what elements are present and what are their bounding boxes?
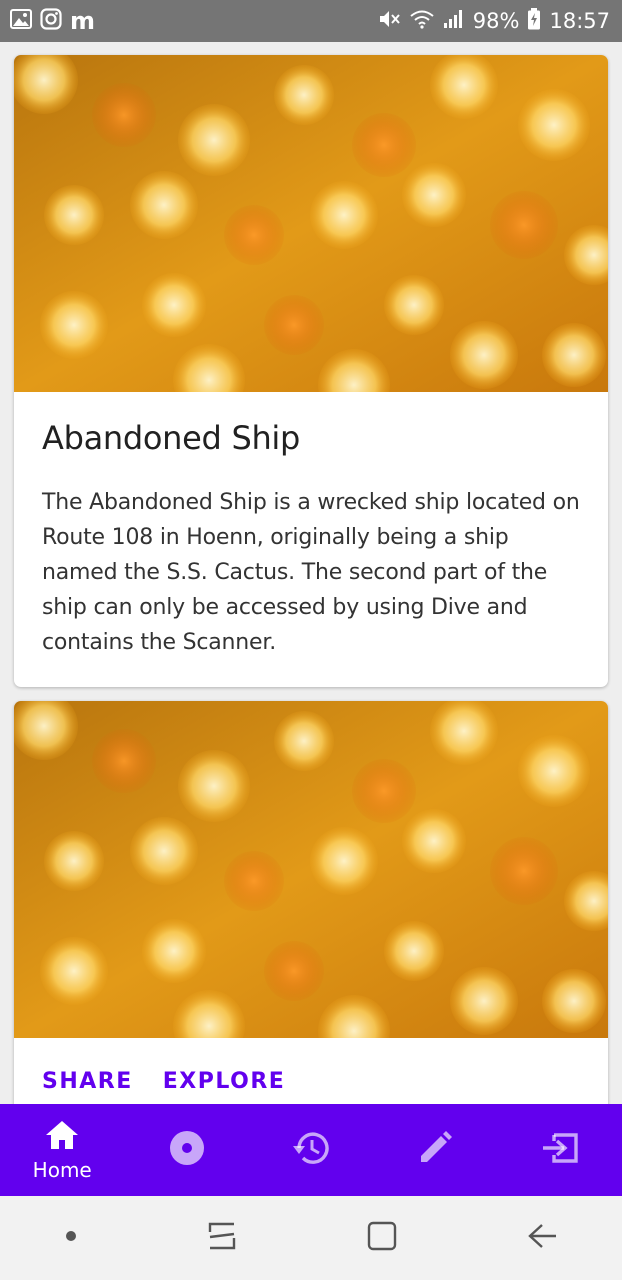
- history-icon: [291, 1129, 331, 1172]
- system-navigation-bar: [0, 1196, 622, 1280]
- home-square-icon[interactable]: [366, 1220, 398, 1257]
- exit-icon: [540, 1131, 580, 1170]
- nav-label-home: Home: [32, 1157, 92, 1182]
- nav-item-exit[interactable]: [498, 1104, 622, 1196]
- card-list[interactable]: Abandoned Ship The Abandoned Ship is a w…: [0, 42, 622, 1104]
- nav-item-disc[interactable]: [124, 1104, 248, 1196]
- bottom-navigation: Home: [0, 1104, 622, 1196]
- bokeh-image: [14, 701, 608, 1038]
- edit-icon: [417, 1130, 453, 1171]
- status-bar: m 98% 18:57: [0, 0, 622, 42]
- battery-percent: 98%: [472, 9, 520, 33]
- nav-item-edit[interactable]: [373, 1104, 497, 1196]
- status-left: m: [10, 7, 95, 35]
- battery-icon: [527, 7, 541, 35]
- mute-icon: [377, 8, 401, 35]
- gallery-icon: [10, 8, 32, 34]
- back-icon[interactable]: [526, 1220, 558, 1257]
- instagram-icon: [40, 7, 62, 35]
- app-letter: m: [70, 7, 96, 35]
- share-button[interactable]: SHARE: [42, 1069, 133, 1094]
- card-title: Abandoned Ship: [42, 419, 301, 457]
- disc-icon: [168, 1129, 206, 1172]
- status-right: 98% 18:57: [377, 7, 610, 35]
- explore-button[interactable]: EXPLORE: [163, 1069, 286, 1094]
- wifi-icon: [409, 9, 435, 34]
- recents-icon[interactable]: [206, 1220, 238, 1257]
- card-description: The Abandoned Ship is a wrecked ship loc…: [42, 490, 580, 655]
- clock: 18:57: [549, 9, 610, 33]
- place-card[interactable]: Abandoned Ship The Abandoned Ship is a w…: [14, 55, 608, 687]
- signal-icon: [443, 9, 465, 34]
- dot-icon[interactable]: [64, 1229, 78, 1248]
- place-card[interactable]: SHARE EXPLORE: [14, 701, 608, 1104]
- home-icon: [44, 1119, 80, 1156]
- bokeh-image: [14, 55, 608, 392]
- nav-item-home[interactable]: Home: [0, 1104, 124, 1196]
- nav-item-history[interactable]: [249, 1104, 373, 1196]
- card-actions: SHARE EXPLORE: [42, 1069, 285, 1094]
